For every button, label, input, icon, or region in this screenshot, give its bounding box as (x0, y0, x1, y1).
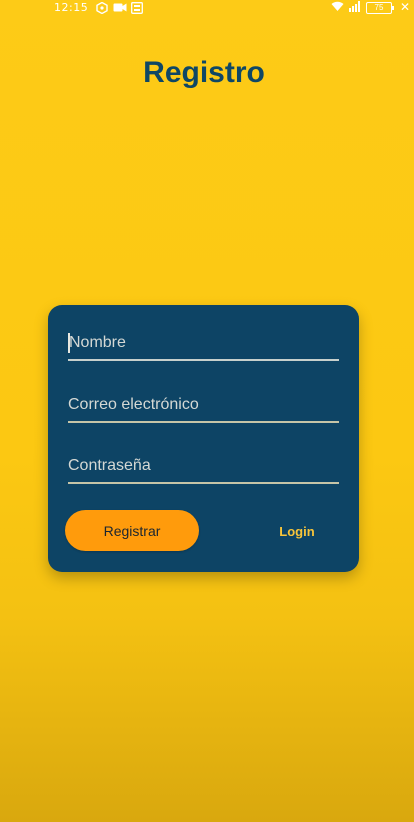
text-cursor (68, 333, 70, 353)
wifi-icon (331, 1, 344, 15)
vpn-icon (96, 1, 108, 17)
name-input[interactable] (68, 329, 340, 357)
register-card: Registrar Login (48, 305, 359, 572)
gallery-icon (131, 2, 143, 17)
status-right: 75 (331, 1, 394, 15)
close-icon[interactable]: ✕ (400, 0, 410, 14)
password-input[interactable] (68, 452, 339, 480)
name-field (68, 329, 340, 361)
status-bar: 12:15 75 ✕ (0, 0, 414, 18)
login-button[interactable]: Login (264, 519, 330, 543)
email-field (68, 391, 339, 423)
video-camera-icon (113, 2, 127, 16)
battery-icon: 75 (366, 2, 394, 14)
status-time: 12:15 (54, 1, 89, 14)
register-button[interactable]: Registrar (65, 510, 199, 551)
signal-icon (349, 1, 361, 15)
password-field (68, 452, 339, 484)
page-title: Registro (143, 56, 265, 89)
email-input[interactable] (68, 391, 339, 419)
